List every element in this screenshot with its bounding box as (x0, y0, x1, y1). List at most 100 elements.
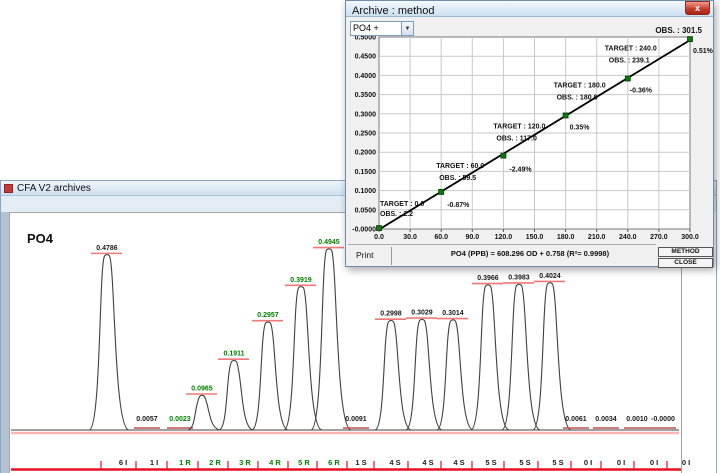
y-tick-label: 0.2000 (355, 150, 377, 157)
calibration-point[interactable] (688, 37, 693, 42)
peak-value: 0.3919 (290, 277, 312, 284)
sample-label: 4 S (389, 458, 400, 467)
sample-label: 2 R (209, 458, 221, 467)
baseline-value: 0.0023 (169, 416, 191, 423)
peak-value: 0.2998 (380, 311, 402, 318)
calibration-point[interactable] (439, 189, 444, 194)
peak-trace (406, 319, 442, 430)
sample-label: 5 S (552, 458, 563, 467)
calibration-label: OBS. : 117.0 (496, 136, 537, 143)
baseline-value: 0.0061 (565, 416, 587, 423)
close-icon[interactable]: x (685, 1, 710, 15)
peak-value: 0.2957 (257, 312, 279, 319)
peak-value: 0.3983 (508, 274, 530, 281)
baseline-value: 0.0010 (626, 416, 648, 423)
baseline-value: 0.0034 (595, 416, 617, 423)
y-tick-label: 0.1000 (355, 188, 377, 195)
y-tick-label: 0.1500 (355, 169, 377, 176)
y-tick-label: 0.4000 (355, 73, 377, 80)
calibration-label: TARGET : 60.0 (436, 163, 484, 170)
calibration-label: TARGET : 240.0 (605, 46, 657, 53)
y-tick-label: -0.0000 (352, 227, 376, 234)
obs-readout: OBS. : 301.5 (655, 26, 702, 35)
method-channel-select[interactable]: PO4 + ▼ (350, 21, 414, 36)
peak-value: 0.3014 (442, 310, 464, 317)
x-tick-label: 180.0 (557, 234, 575, 241)
y-tick-label: 0.3000 (355, 111, 377, 118)
sample-label: 5 S (485, 458, 496, 467)
x-tick-label: 210.0 (588, 234, 606, 241)
sample-label: 0 I (682, 458, 690, 467)
sample-label: 1 I (150, 458, 158, 467)
x-tick-label: 300.0 (681, 234, 699, 241)
method-window-title: Archive : method (346, 3, 435, 17)
calibration-label: TARGET : 120.0 (493, 124, 545, 131)
peak-value: 0.4024 (539, 273, 561, 280)
y-tick-label: 0.0500 (355, 207, 377, 214)
peak-trace (284, 287, 322, 430)
y-tick-label: 0.2500 (355, 131, 377, 138)
sample-label: 4 S (422, 458, 433, 467)
archive-method-window: TARGET : 0.0 OBS. : 2.2 TARGET : 60.0 OBS. … (345, 0, 714, 267)
calibration-label: TARGET : 180.0 (554, 82, 606, 89)
method-titlebar[interactable]: Archive : method x (346, 1, 713, 17)
method-button[interactable]: METHOD (658, 247, 713, 257)
peak-value: 0.4945 (318, 239, 340, 246)
baseline-value: 0.0091 (345, 416, 367, 423)
calibration-label: OBS. : 2.2 (380, 211, 413, 218)
peak-value: 0.1911 (223, 351, 244, 358)
peak-trace (89, 255, 129, 430)
sample-label: 6 R (328, 458, 340, 467)
chevron-down-icon[interactable]: ▼ (401, 22, 413, 35)
baseline-value: 0.0057 (136, 416, 158, 423)
calibration-label: OBS. : 239.1 (609, 58, 650, 65)
peak-trace (219, 360, 253, 430)
sample-label: 1 S (355, 458, 366, 467)
x-tick-label: 120.0 (495, 234, 513, 241)
peak-trace (437, 320, 473, 430)
calibration-label: -0.36% (630, 88, 653, 95)
sample-label: 5 R (298, 458, 310, 467)
sample-label: 4 S (453, 458, 464, 467)
method-channel-value: PO4 + (351, 22, 401, 35)
calibration-label: TARGET : 0.0 (380, 201, 424, 208)
calibration-point[interactable] (625, 76, 630, 81)
x-tick-label: 0.0 (374, 234, 384, 241)
calibration-plot[interactable]: TARGET : 0.0 OBS. : 2.2 TARGET : 60.0 OBS. … (346, 1, 715, 246)
sample-label: 6 I (119, 458, 127, 467)
sample-label: 0 I (650, 458, 658, 467)
peak-trace (311, 249, 351, 430)
peak-trace (375, 320, 411, 430)
y-tick-label: 0.4500 (355, 54, 377, 61)
peak-trace (471, 285, 509, 430)
fit-formula: PO4 (PPB) = 608.296 OD + 0.758 (R²= 0.99… (404, 249, 656, 258)
sample-label: 0 I (584, 458, 592, 467)
x-tick-label: 60.0 (434, 234, 448, 241)
peak-trace (252, 322, 288, 430)
calibration-point[interactable] (501, 153, 506, 158)
x-tick-label: 240.0 (619, 234, 637, 241)
print-button[interactable]: Print (356, 250, 373, 260)
calibration-point[interactable] (563, 113, 568, 118)
calibration-label: 0.35% (570, 124, 591, 131)
x-tick-label: 90.0 (465, 234, 479, 241)
baseline-value: -0.0000 (651, 416, 675, 423)
peak-trace (502, 284, 540, 430)
peak-value: 0.3966 (477, 275, 499, 282)
calibration-label: 0.51% (693, 48, 714, 55)
sample-label: 5 S (519, 458, 530, 467)
x-tick-label: 150.0 (526, 234, 544, 241)
calibration-label: -2.49% (509, 167, 532, 174)
peak-value: 0.0965 (191, 385, 213, 392)
calibration-label: OBS. : 59.5 (439, 175, 476, 182)
sample-label: 4 R (269, 458, 281, 467)
chromatogram-title: PO4 (27, 231, 53, 246)
calibration-label: -0.87% (447, 202, 470, 209)
sample-label: 3 R (239, 458, 251, 467)
peak-value: 0.3029 (411, 310, 433, 317)
peak-trace (533, 283, 571, 430)
statusbar-divider (391, 247, 392, 265)
peak-value: 0.4786 (96, 245, 118, 252)
calibration-label: OBS. : 180.6 (557, 94, 598, 101)
close-button[interactable]: CLOSE (658, 258, 713, 268)
